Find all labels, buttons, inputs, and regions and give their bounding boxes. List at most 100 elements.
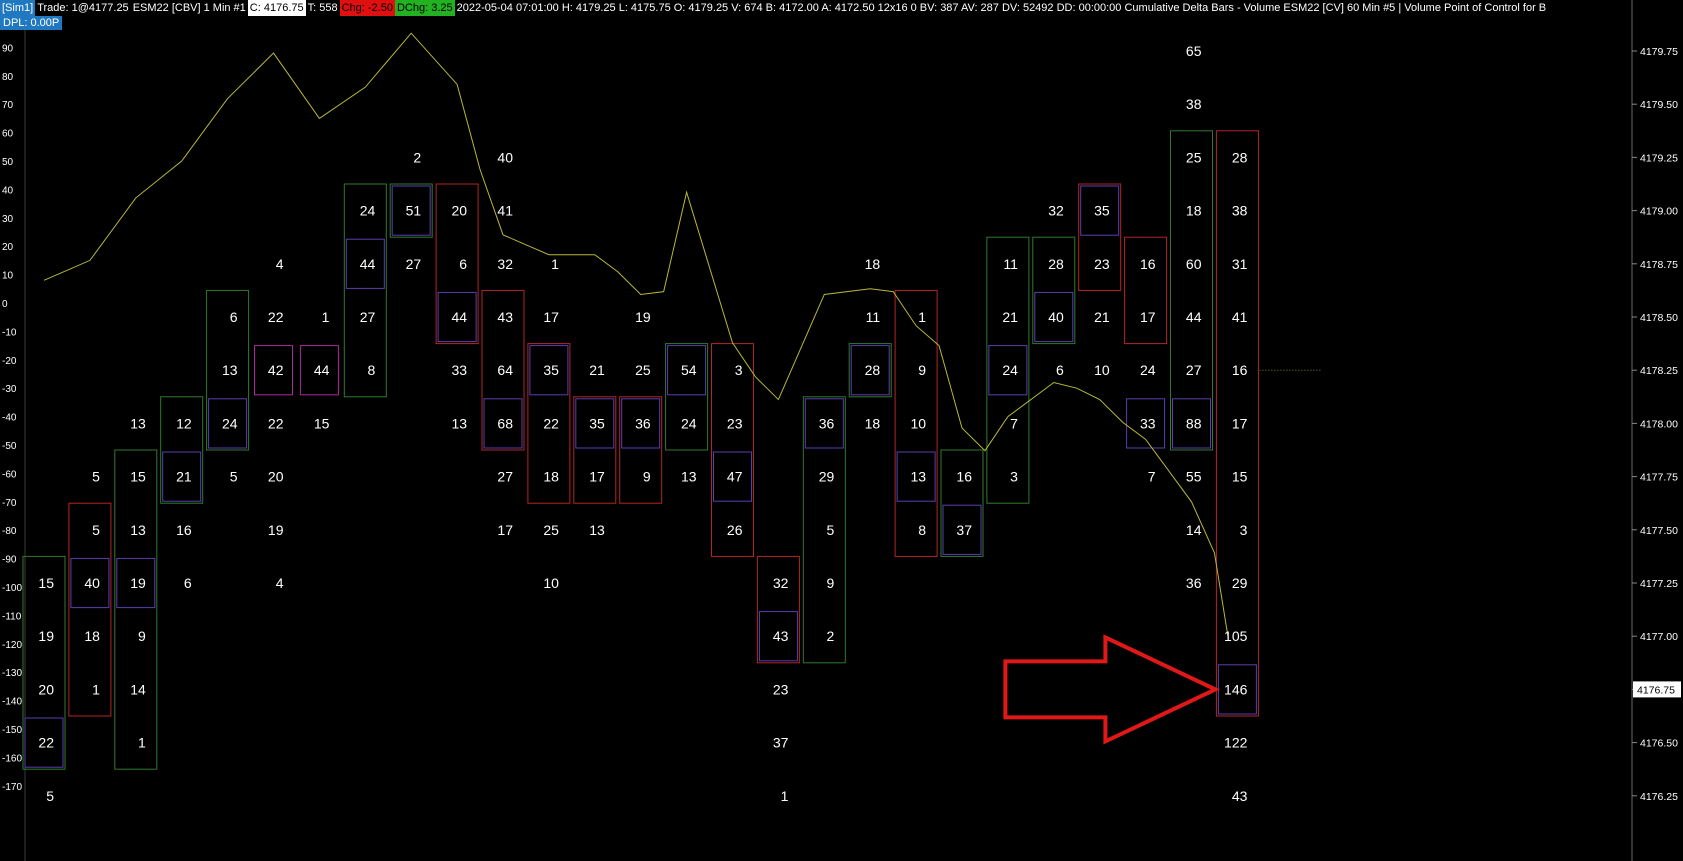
footprint-cell-value: 11 <box>1003 256 1018 272</box>
footprint-cell-value: 8 <box>918 522 926 538</box>
delta-tick-label: -80 <box>2 526 17 537</box>
footprint-cell-value: 33 <box>452 362 468 378</box>
footprint-cell-value: 44 <box>360 256 376 272</box>
footprint-cell-value: 10 <box>1094 362 1110 378</box>
footprint-cell-value: 28 <box>1232 149 1248 165</box>
footprint-cell-value: 18 <box>84 628 100 644</box>
footprint-chart[interactable]: 1009080706050403020100-10-20-30-40-50-60… <box>0 0 1683 861</box>
footprint-cell-value: 17 <box>1140 309 1156 325</box>
footprint-cell-value: 10 <box>911 415 927 431</box>
footprint-cell-value: 3 <box>1010 469 1018 485</box>
footprint-cell-value: 38 <box>1232 203 1248 219</box>
footprint-cell-value: 13 <box>911 469 927 485</box>
footprint-cell-value: 16 <box>1140 256 1156 272</box>
footprint-cell-value: 28 <box>865 362 881 378</box>
dpl-label: DPL: 0.00P <box>0 16 63 30</box>
footprint-cell-value: 23 <box>1094 256 1110 272</box>
footprint-cell-value: 40 <box>1048 309 1064 325</box>
footprint-cell-value: 1 <box>918 309 926 325</box>
delta-tick-label: 10 <box>2 271 14 282</box>
footprint-cell-value: 5 <box>92 469 100 485</box>
footprint-cell-value: 22 <box>268 309 284 325</box>
footprint-cell-value: 1 <box>92 681 100 697</box>
footprint-cell-value: 27 <box>1186 362 1202 378</box>
footprint-cell-value: 55 <box>1186 469 1202 485</box>
footprint-cell-value: 32 <box>497 256 513 272</box>
footprint-cell-value: 27 <box>406 256 422 272</box>
footprint-cell-value: 18 <box>865 256 881 272</box>
footprint-cell-value: 36 <box>1186 575 1202 591</box>
footprint-cell-value: 31 <box>1232 256 1248 272</box>
delta-tick-label: -150 <box>2 725 22 736</box>
footprint-cell-value: 51 <box>406 203 422 219</box>
delta-tick-label: 70 <box>2 100 14 111</box>
delta-tick-label: -110 <box>2 611 22 622</box>
delta-tick-label: -30 <box>2 384 17 395</box>
footprint-cell-value: 40 <box>497 149 513 165</box>
footprint-cell-value: 9 <box>138 628 146 644</box>
price-tick-label: 4178.50 <box>1640 312 1678 324</box>
footprint-cell-value: 36 <box>819 415 835 431</box>
price-tick-label: 4179.25 <box>1640 152 1678 164</box>
footprint-cell-value: 19 <box>38 628 54 644</box>
footprint-cell-value: 17 <box>1232 415 1248 431</box>
footprint-cell-value: 16 <box>956 469 972 485</box>
price-tick-label: 4179.50 <box>1640 99 1678 111</box>
price-tick-label: 4179.00 <box>1640 206 1678 218</box>
footprint-cell-value: 35 <box>543 362 559 378</box>
footprint-cell-value: 1 <box>322 309 330 325</box>
price-tick-label: 4176.25 <box>1640 791 1678 803</box>
footprint-cell-value: 16 <box>176 522 192 538</box>
footprint-cell-value: 21 <box>176 469 192 485</box>
account-label: [Sim1] <box>0 0 36 16</box>
footprint-cell-value: 13 <box>452 415 468 431</box>
footprint-cell-value: 38 <box>1186 96 1202 112</box>
footprint-cell-value: 32 <box>1048 203 1064 219</box>
price-tick-label: 4179.75 <box>1640 46 1678 58</box>
footprint-cell-value: 9 <box>643 469 651 485</box>
footprint-cell-value: 24 <box>360 203 376 219</box>
delta-tick-label: 40 <box>2 185 14 196</box>
price-tick-label: 4177.00 <box>1640 631 1678 643</box>
delta-tick-label: -20 <box>2 356 17 367</box>
footprint-cell-value: 54 <box>681 362 697 378</box>
footprint-cell-value: 24 <box>222 415 238 431</box>
footprint-cell-value: 12 <box>176 415 192 431</box>
footprint-cell-value: 27 <box>360 309 376 325</box>
delta-tick-label: -10 <box>2 327 17 338</box>
footprint-cell-value: 18 <box>543 469 559 485</box>
footprint-cell-value: 19 <box>130 575 146 591</box>
footprint-cell-value: 15 <box>314 415 330 431</box>
footprint-cell-value: 13 <box>130 415 146 431</box>
footprint-cell-value: 16 <box>1232 362 1248 378</box>
footprint-cell-value: 88 <box>1186 415 1202 431</box>
footprint-cell-value: 20 <box>268 469 284 485</box>
footprint-cell-value: 43 <box>773 628 789 644</box>
footprint-cell-value: 41 <box>1232 309 1248 325</box>
footprint-cell-value: 1 <box>551 256 559 272</box>
footprint-cell-value: 6 <box>459 256 467 272</box>
footprint-cell-value: 27 <box>497 469 513 485</box>
footprint-cell-value: 21 <box>1094 309 1110 325</box>
footprint-cell-value: 8 <box>368 362 376 378</box>
footprint-cell-value: 3 <box>1240 522 1248 538</box>
footprint-cell-value: 13 <box>681 469 697 485</box>
price-tick-label: 4177.25 <box>1640 578 1678 590</box>
footprint-cell-value: 20 <box>452 203 468 219</box>
delta-tick-label: -170 <box>2 782 22 793</box>
footprint-cell-value: 14 <box>130 681 146 697</box>
footprint-cell-value: 9 <box>918 362 926 378</box>
footprint-cell-value: 37 <box>956 522 972 538</box>
footprint-cell-value: 29 <box>1232 575 1248 591</box>
delta-tick-label: 0 <box>2 299 8 310</box>
footprint-cell-value: 15 <box>1232 469 1248 485</box>
footprint-cell-value: 42 <box>268 362 284 378</box>
footprint-cell-value: 13 <box>222 362 238 378</box>
footprint-cell-value: 6 <box>1056 362 1064 378</box>
delta-tick-label: -120 <box>2 640 22 651</box>
delta-tick-label: -130 <box>2 668 22 679</box>
footprint-cell-value: 6 <box>230 309 238 325</box>
delta-change-label: DChg: 3.25 <box>394 0 455 16</box>
footprint-cell-value: 22 <box>543 415 559 431</box>
chart-background <box>0 0 1683 861</box>
